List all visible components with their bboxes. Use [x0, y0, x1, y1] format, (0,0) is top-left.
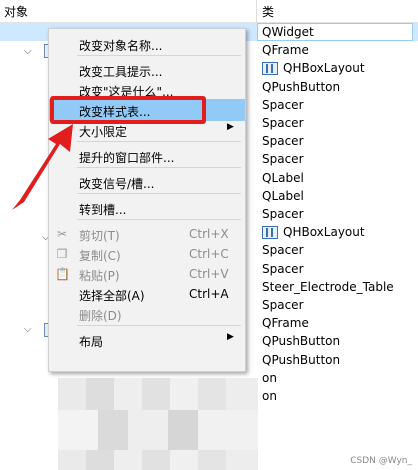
annotation-arrow — [12, 124, 73, 210]
watermark: CSDN @Wyn_ — [350, 456, 412, 466]
annotation-arrow-shape — [12, 124, 73, 210]
